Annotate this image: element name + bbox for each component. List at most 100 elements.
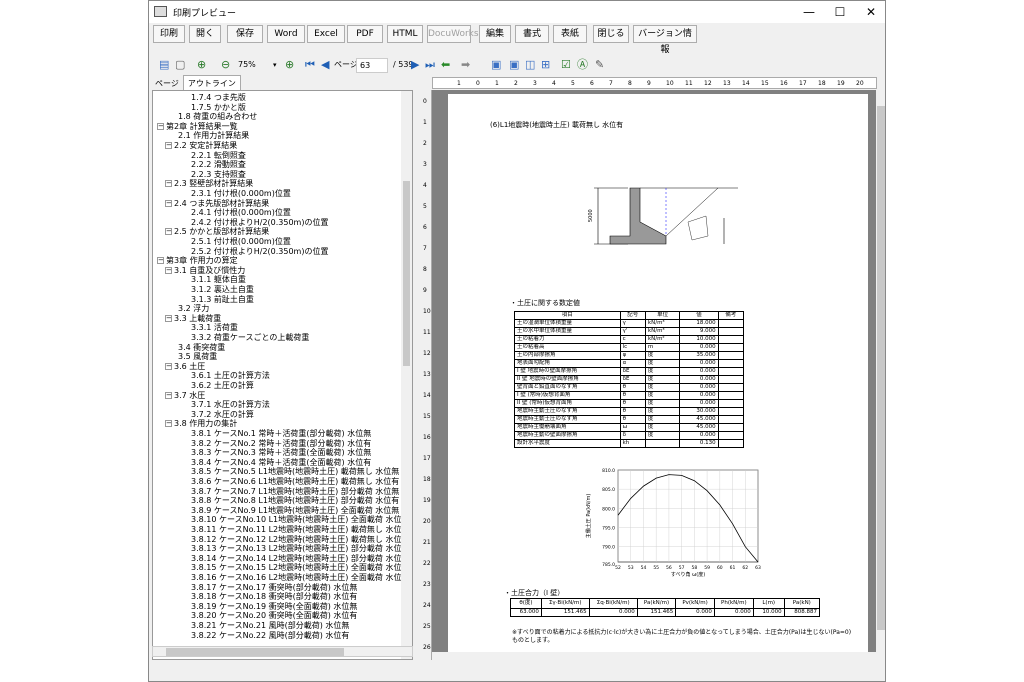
tree-item[interactable]: 3.2 浮力: [178, 304, 209, 314]
fit-page-icon[interactable]: ▣: [509, 58, 519, 72]
tree-item[interactable]: 3.3.2 荷重ケースごとの上載荷重: [191, 333, 309, 343]
cover-button[interactable]: 表紙: [553, 25, 587, 43]
table-cell: θ: [619, 391, 646, 400]
font-icon[interactable]: Ⓐ: [577, 58, 588, 72]
close-button[interactable]: ✕: [856, 1, 885, 23]
table-row: 地震時主動土圧のなす角 θ 度 30.000: [514, 407, 745, 416]
two-page-icon[interactable]: ◫: [525, 58, 535, 72]
prev-page-icon[interactable]: ◀: [321, 58, 329, 72]
tree-item[interactable]: 3.8.8 ケースNo.8 L1地震時(地震時土圧) 部分載荷 水位有: [191, 496, 399, 506]
back-icon[interactable]: ⬅: [441, 58, 450, 72]
tree-item[interactable]: 3.8.6 ケースNo.6 L1地震時(地震時土圧) 載荷無し 水位有: [191, 477, 399, 487]
next-page-icon[interactable]: ▶: [411, 58, 419, 72]
tree-item[interactable]: −2.3 竪壁部材計算結果: [165, 179, 253, 189]
tree-item[interactable]: 3.8.15 ケースNo.15 L2地震時(地震時土圧) 全面載荷 水位無: [191, 563, 409, 573]
tree-item[interactable]: 3.1.2 裏込土自重: [191, 285, 254, 295]
zoom-out-icon[interactable]: ⊖: [221, 58, 230, 72]
preview-area[interactable]: (6)L1地震時(地震時土圧) 載荷無し 水位有 5000 ・土圧に関する数定値…: [432, 90, 876, 660]
tree-item[interactable]: 3.6.1 土圧の計算方法: [191, 371, 270, 381]
first-page-icon[interactable]: ⏮: [305, 58, 315, 72]
html-button[interactable]: HTML: [387, 25, 423, 43]
docuworks-button[interactable]: DocuWorks: [427, 25, 479, 43]
collapse-icon[interactable]: −: [165, 391, 172, 399]
page-number-input[interactable]: 63: [356, 58, 388, 73]
table-cell: 度: [644, 431, 681, 440]
document-vertical-scrollbar[interactable]: [876, 90, 885, 660]
word-button[interactable]: Word: [267, 25, 305, 43]
tree-item[interactable]: 3.8.18 ケースNo.18 衝突時(部分載荷) 水位有: [191, 592, 357, 602]
open-button[interactable]: 開く: [189, 25, 221, 43]
tree-item[interactable]: −3.8 作用力の集計: [165, 419, 237, 429]
table-cell: [717, 439, 745, 448]
tree-item[interactable]: 2.1 作用力計算結果: [178, 131, 249, 141]
collapse-icon[interactable]: −: [165, 420, 172, 428]
tree-item[interactable]: 3.5 風荷重: [178, 352, 217, 362]
print-button[interactable]: 印刷: [153, 25, 185, 43]
collapse-icon[interactable]: −: [165, 266, 172, 274]
tree-item[interactable]: 3.8.10 ケースNo.10 L1地震時(地震時土圧) 全面載荷 水位有: [191, 515, 409, 525]
tree-item[interactable]: 3.8.22 ケースNo.22 風時(部分載荷) 水位有: [191, 631, 349, 641]
tree-item[interactable]: 2.3.1 付け根(0.000m)位置: [191, 189, 291, 199]
tree-item[interactable]: 2.2.2 滑動照査: [191, 160, 246, 170]
document-horizontal-scrollbar[interactable]: [432, 652, 876, 662]
tree-item[interactable]: 3.8.3 ケースNo.3 常時＋活荷重(全面載荷) 水位無: [191, 448, 371, 458]
collapse-icon[interactable]: −: [165, 199, 172, 207]
tab-page[interactable]: ページ: [151, 76, 183, 91]
tab-outline[interactable]: アウトライン: [182, 75, 241, 90]
check-icon[interactable]: ☑: [561, 58, 571, 72]
tree-item[interactable]: 3.6.2 土圧の計算: [191, 381, 254, 391]
tree-item[interactable]: 3.1.1 躯体自重: [191, 275, 246, 285]
format-button[interactable]: 書式: [515, 25, 549, 43]
tree-item[interactable]: 3.8.21 ケースNo.21 風時(部分載荷) 水位無: [191, 621, 349, 631]
tree-item[interactable]: 3.8.5 ケースNo.5 L1地震時(地震時土圧) 載荷無し 水位無: [191, 467, 399, 477]
tree-item[interactable]: 1.8 荷重の組み合わせ: [178, 112, 257, 122]
page-setup-icon[interactable]: ▢: [175, 58, 185, 72]
tree-item[interactable]: 3.3.1 活荷重: [191, 323, 238, 333]
page-view-icon[interactable]: ▤: [159, 58, 169, 72]
tree-item[interactable]: 3.8.13 ケースNo.13 L2地震時(地震時土圧) 部分載荷 水位無: [191, 544, 409, 554]
zoom-select[interactable]: 75%: [238, 58, 256, 72]
table-header: Pa(kN): [783, 598, 821, 609]
tree-item[interactable]: 2.4.1 付け根(0.000m)位置: [191, 208, 291, 218]
tree-item-label: 3.8.14 ケースNo.14 L2地震時(地震時土圧) 部分載荷 水位有: [191, 553, 410, 563]
collapse-icon[interactable]: −: [165, 142, 172, 149]
tree-item[interactable]: 2.5.1 付け根(0.000m)位置: [191, 237, 291, 247]
collapse-icon[interactable]: −: [157, 257, 164, 265]
collapse-icon[interactable]: −: [157, 122, 164, 130]
version-info-button[interactable]: バージョン情報: [633, 25, 697, 55]
tree-vertical-scrollbar[interactable]: [401, 91, 412, 659]
outline-tree[interactable]: 1.7.4 つま先版 1.7.5 かかと版 1.8 荷重の組み合わせ − 第2章 計算結…: [152, 90, 413, 660]
save-button[interactable]: 保存: [227, 25, 263, 43]
tree-item[interactable]: 3.8.20 ケースNo.20 衝突時(全面載荷) 水位有: [191, 611, 357, 621]
tree-item[interactable]: 1.7.4 つま先版: [191, 93, 246, 103]
excel-button[interactable]: Excel: [307, 25, 345, 43]
edit-button[interactable]: 編集: [479, 25, 511, 43]
tree-horizontal-scrollbar[interactable]: [152, 646, 413, 657]
multi-page-icon[interactable]: ⊞: [541, 58, 550, 72]
collapse-icon[interactable]: −: [165, 228, 172, 236]
tree-item-label: 2.2.3 支持照査: [191, 169, 246, 179]
tree-item[interactable]: 3.7.1 水圧の計算方法: [191, 400, 270, 410]
forward-icon[interactable]: ➡: [461, 58, 470, 72]
collapse-icon[interactable]: −: [165, 314, 172, 322]
table-cell: 151.465: [540, 608, 590, 617]
tree-item[interactable]: 3.8.16 ケースNo.16 L2地震時(地震時土圧) 全面載荷 水位有: [191, 573, 409, 583]
zoom-fit-icon[interactable]: ⊕: [285, 58, 294, 72]
tree-item[interactable]: 3.8.1 ケースNo.1 常時＋活荷重(部分載荷) 水位無: [191, 429, 371, 439]
chevron-down-icon[interactable]: ▾: [273, 58, 277, 72]
tree-item-label: 3.8.21 ケースNo.21 風時(部分載荷) 水位無: [191, 621, 350, 630]
collapse-icon[interactable]: −: [165, 180, 172, 188]
zoom-in-icon[interactable]: ⊕: [197, 58, 206, 72]
tree-item[interactable]: − 第3章 作用力の算定: [157, 256, 238, 266]
tree-item[interactable]: −2.2 安定計算結果: [165, 141, 237, 151]
tree-item[interactable]: 3.8.11 ケースNo.11 L2地震時(地震時土圧) 載荷無し 水位無: [191, 525, 409, 535]
last-page-icon[interactable]: ⏭: [425, 58, 435, 72]
marker-icon[interactable]: ✎: [595, 58, 604, 72]
minimize-button[interactable]: —: [794, 1, 824, 23]
pdf-button[interactable]: PDF: [347, 25, 383, 43]
tree-item[interactable]: −2.5 かかと版部材計算結果: [165, 227, 269, 237]
maximize-button[interactable]: ☐: [825, 1, 855, 23]
close-preview-button[interactable]: 閉じる: [593, 25, 629, 43]
collapse-icon[interactable]: −: [165, 362, 172, 370]
single-page-icon[interactable]: ▣: [491, 58, 501, 72]
